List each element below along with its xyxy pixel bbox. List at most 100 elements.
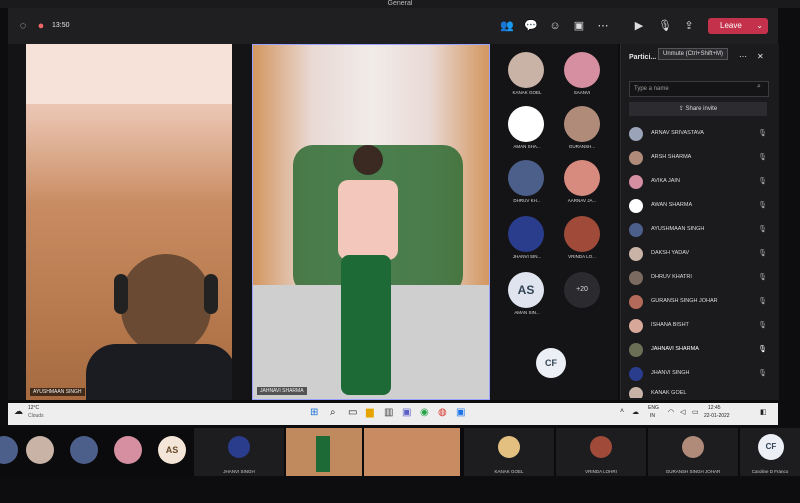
participant-avatar[interactable]	[508, 106, 544, 142]
cloud-icon[interactable]: ☁	[632, 408, 639, 416]
rooms-icon[interactable]: ▣	[572, 20, 586, 32]
participant-row[interactable]: AYUSHMAAN SINGH 🎙	[629, 220, 769, 240]
participant-name: ARSH SHARMA	[651, 154, 692, 160]
participant-avatar[interactable]	[564, 160, 600, 196]
participant-row[interactable]: DAKSH YADAV 🎙	[629, 244, 769, 264]
record-icon: ●	[37, 20, 45, 32]
participant-row[interactable]: ISHANA BISHT 🎙	[629, 316, 769, 336]
mic-off-icon: 🎙	[758, 130, 767, 137]
close-icon[interactable]: ✕	[757, 52, 764, 61]
search-icon[interactable]: ⌕	[330, 407, 336, 418]
reactions-icon[interactable]: ☺	[548, 20, 562, 32]
wifi-icon[interactable]: ◠	[668, 408, 674, 416]
participant-avatar[interactable]: AS	[508, 272, 544, 308]
avatar	[629, 151, 643, 165]
participant-avatar[interactable]	[564, 106, 600, 142]
participant-name: SAANVI	[573, 90, 591, 95]
language-region[interactable]: IN	[650, 413, 655, 419]
participant-name: DHRUV KHATRI	[651, 274, 692, 280]
participant-name: ARNAV SRIVASTAVA	[651, 130, 704, 136]
more-participants-button[interactable]: +20	[564, 272, 600, 308]
clock-date[interactable]: 22-01-2022	[704, 413, 730, 419]
participant-name: AARNAV JA...	[567, 198, 597, 203]
weather-temp: 12°C	[28, 405, 40, 411]
share-invite-button[interactable]: ⇪ Share invite	[629, 102, 767, 116]
participant-avatar[interactable]	[508, 216, 544, 252]
tile-name-label: VRINDA LOHRI	[585, 469, 617, 474]
participant-avatar[interactable]: AS	[158, 436, 186, 464]
video-person-body	[86, 344, 232, 400]
store-icon[interactable]: ▥	[384, 407, 393, 418]
clock-time[interactable]: 12:45	[708, 405, 721, 411]
teams-icon[interactable]: ▣	[402, 407, 411, 418]
video-tile-ayushmaan[interactable]: AYUSHMAAN SINGH	[26, 44, 232, 400]
more-icon[interactable]: ⋯	[596, 20, 610, 32]
avatar	[629, 199, 643, 213]
participant-name: JHANVI SIN...	[512, 254, 542, 259]
participant-avatar[interactable]	[70, 436, 98, 464]
battery-icon[interactable]: ▭	[692, 408, 699, 416]
mic-off-icon: 🎙	[758, 202, 767, 209]
meeting-timer: 13:50	[52, 22, 70, 29]
video-tile[interactable]	[286, 428, 362, 476]
language-label[interactable]: ENG	[648, 405, 659, 411]
mic-off-icon: 🎙	[758, 322, 767, 329]
notifications-icon[interactable]: ◧	[760, 408, 767, 416]
app-icon[interactable]: ▣	[456, 407, 465, 418]
leave-button[interactable]: Leave ⌄	[708, 18, 768, 34]
video-dancer-head	[353, 145, 383, 175]
mic-off-icon: 🎙	[758, 370, 767, 377]
people-icon[interactable]: 👥	[500, 20, 514, 32]
participant-avatar[interactable]	[508, 160, 544, 196]
file-explorer-icon[interactable]: ▆	[366, 407, 374, 418]
participant-avatar[interactable]	[564, 52, 600, 88]
chrome-icon[interactable]: ◍	[438, 407, 447, 418]
participant-avatar[interactable]	[0, 436, 18, 464]
participant-row[interactable]: KANAK GOEL	[629, 384, 769, 398]
participant-row[interactable]: GURANSH SINGH JOHAR 🎙	[629, 292, 769, 312]
chevron-down-icon[interactable]: ⌄	[744, 18, 763, 34]
participant-row[interactable]: JHANVI SINGH 🎙	[629, 364, 769, 384]
volume-icon[interactable]: ◁	[680, 408, 685, 416]
participant-row[interactable]: AVIKA JAIN 🎙	[629, 172, 769, 192]
video-tile[interactable]	[364, 428, 460, 476]
chevron-up-icon[interactable]: ˄	[620, 408, 624, 415]
participant-row[interactable]: JAHNAVI SHARMA 🎙	[629, 340, 769, 360]
search-input[interactable]: Type a name	[629, 81, 769, 97]
leave-label: Leave	[720, 21, 742, 30]
mic-off-icon: 🎙	[758, 226, 767, 233]
chat-icon[interactable]: 💬	[524, 20, 538, 32]
camera-icon[interactable]: ▶	[632, 20, 646, 32]
video-tile[interactable]: CF Caroline D Franco	[740, 428, 800, 476]
participant-avatar[interactable]	[564, 216, 600, 252]
participant-row[interactable]: AWAN SHARMA 🎙	[629, 196, 769, 216]
participant-row[interactable]: ARSH SHARMA 🎙	[629, 148, 769, 168]
participant-name: VRINDA LO...	[568, 254, 596, 259]
participant-row[interactable]: ARNAV SRIVASTAVA 🎙	[629, 124, 769, 144]
avatar	[590, 436, 612, 458]
participant-row[interactable]: DHRUV KHATRI 🎙	[629, 268, 769, 288]
headphone-shape	[114, 274, 128, 314]
participant-avatar[interactable]: CF	[536, 348, 566, 378]
participant-name: JHANVI SINGH	[651, 370, 690, 376]
video-tile[interactable]: VRINDA LOHRI	[556, 428, 646, 476]
participant-avatar[interactable]	[114, 436, 142, 464]
windows-start-icon[interactable]: ⊞	[310, 407, 318, 418]
participant-avatar[interactable]	[26, 436, 54, 464]
video-tile[interactable]: JHANVI SINGH	[194, 428, 284, 476]
mic-icon[interactable]: 🎙	[658, 20, 672, 32]
search-icon: ⌕	[757, 83, 761, 90]
video-tile[interactable]: KANAK GOEL	[464, 428, 554, 476]
weather-icon: ☁	[14, 406, 23, 416]
more-icon[interactable]: ⋯	[739, 52, 747, 61]
share-invite-icon: ⇪	[678, 106, 686, 112]
video-tile[interactable]: GURANSH SINGH JOHAR	[648, 428, 738, 476]
participant-name: KANAK GOEL	[512, 90, 542, 95]
whatsapp-icon[interactable]: ◉	[420, 407, 429, 418]
participant-name: DHRUV KH...	[513, 198, 541, 203]
participant-name: ISHANA BISHT	[651, 322, 689, 328]
participant-avatar[interactable]	[508, 52, 544, 88]
share-screen-icon[interactable]: ⇪	[682, 20, 696, 32]
video-tile-jahnavi[interactable]: JAHNAVI SHARMA	[252, 44, 490, 400]
task-view-icon[interactable]: ▭	[348, 407, 357, 418]
